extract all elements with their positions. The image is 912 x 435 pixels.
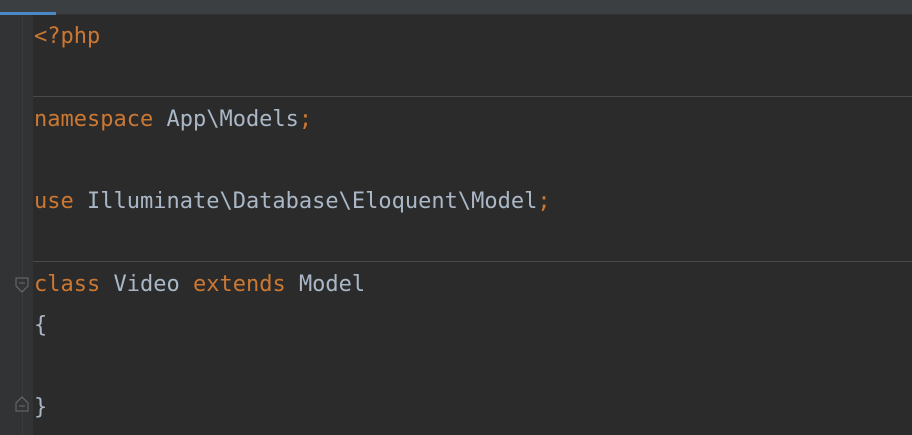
use-name: Illuminate\Database\Eloquent\Model [87,189,538,214]
code-line-brace-close: } [34,395,47,421]
parent-class-name: Model [298,272,366,297]
method-separator-2 [33,261,912,262]
code-line-brace-open: { [34,313,47,339]
code-line-namespace: namespace App\Models; [34,107,312,133]
code-editor[interactable] [33,15,912,435]
extends-keyword: extends [192,272,286,297]
code-line-use: use Illuminate\Database\Eloquent\Model; [34,189,551,215]
namespace-keyword: namespace [34,107,154,132]
namespace-semicolon: ; [298,107,313,132]
brace-open: { [34,313,48,338]
editor-tab-bar [0,0,912,15]
editor-gutter [0,15,33,435]
php-open-tag: <?php [34,24,101,49]
code-line-php-open: <?php [34,24,100,50]
fold-open-icon[interactable] [14,277,30,293]
method-separator-1 [33,96,912,97]
brace-close: } [34,395,48,420]
use-keyword: use [34,189,74,214]
gutter-divider [22,15,23,435]
class-keyword: class [34,272,101,297]
class-name: Video [113,272,180,297]
use-semicolon: ; [537,189,551,214]
fold-close-icon[interactable] [14,396,30,412]
namespace-name: App\Models [166,107,299,132]
code-line-class: class Video extends Model [34,272,365,298]
